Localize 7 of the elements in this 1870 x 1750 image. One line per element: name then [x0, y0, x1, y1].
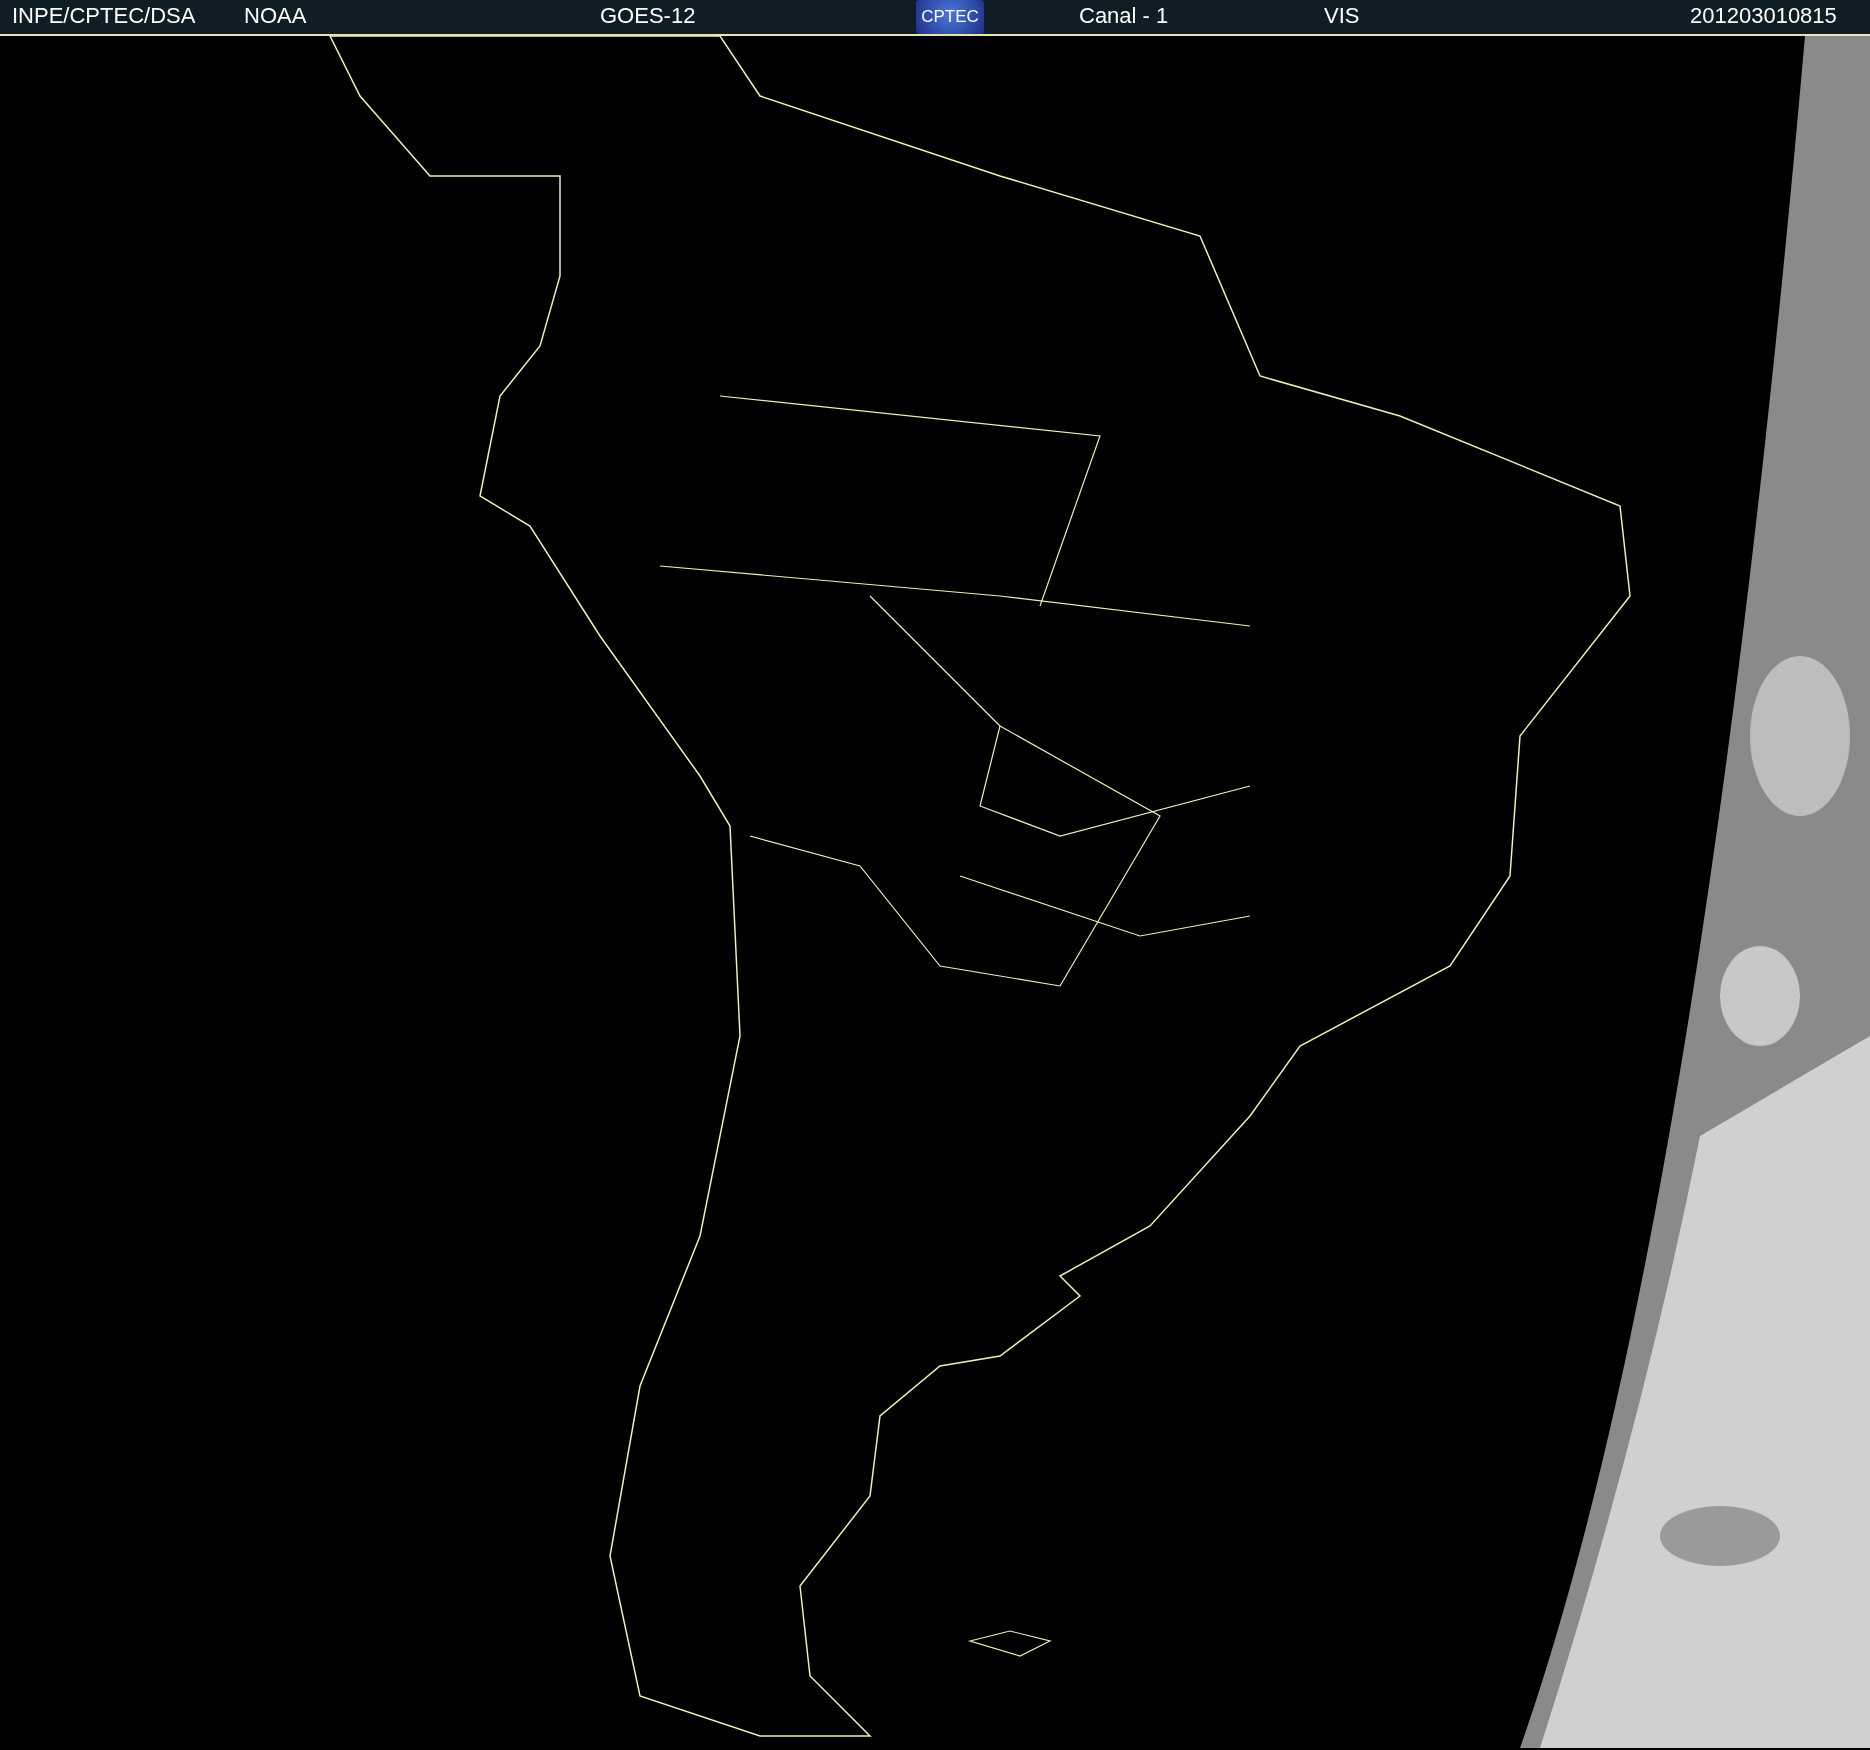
timestamp-label: 201203010815: [1690, 2, 1837, 28]
satellite-label: GOES-12: [600, 2, 696, 28]
agency-label: NOAA: [244, 2, 307, 28]
source-label: INPE/CPTEC/DSA: [12, 2, 196, 28]
channel-label: Canal - 1: [1079, 2, 1169, 28]
logo: CPTEC: [916, 0, 984, 34]
band-label: VIS: [1324, 2, 1360, 28]
